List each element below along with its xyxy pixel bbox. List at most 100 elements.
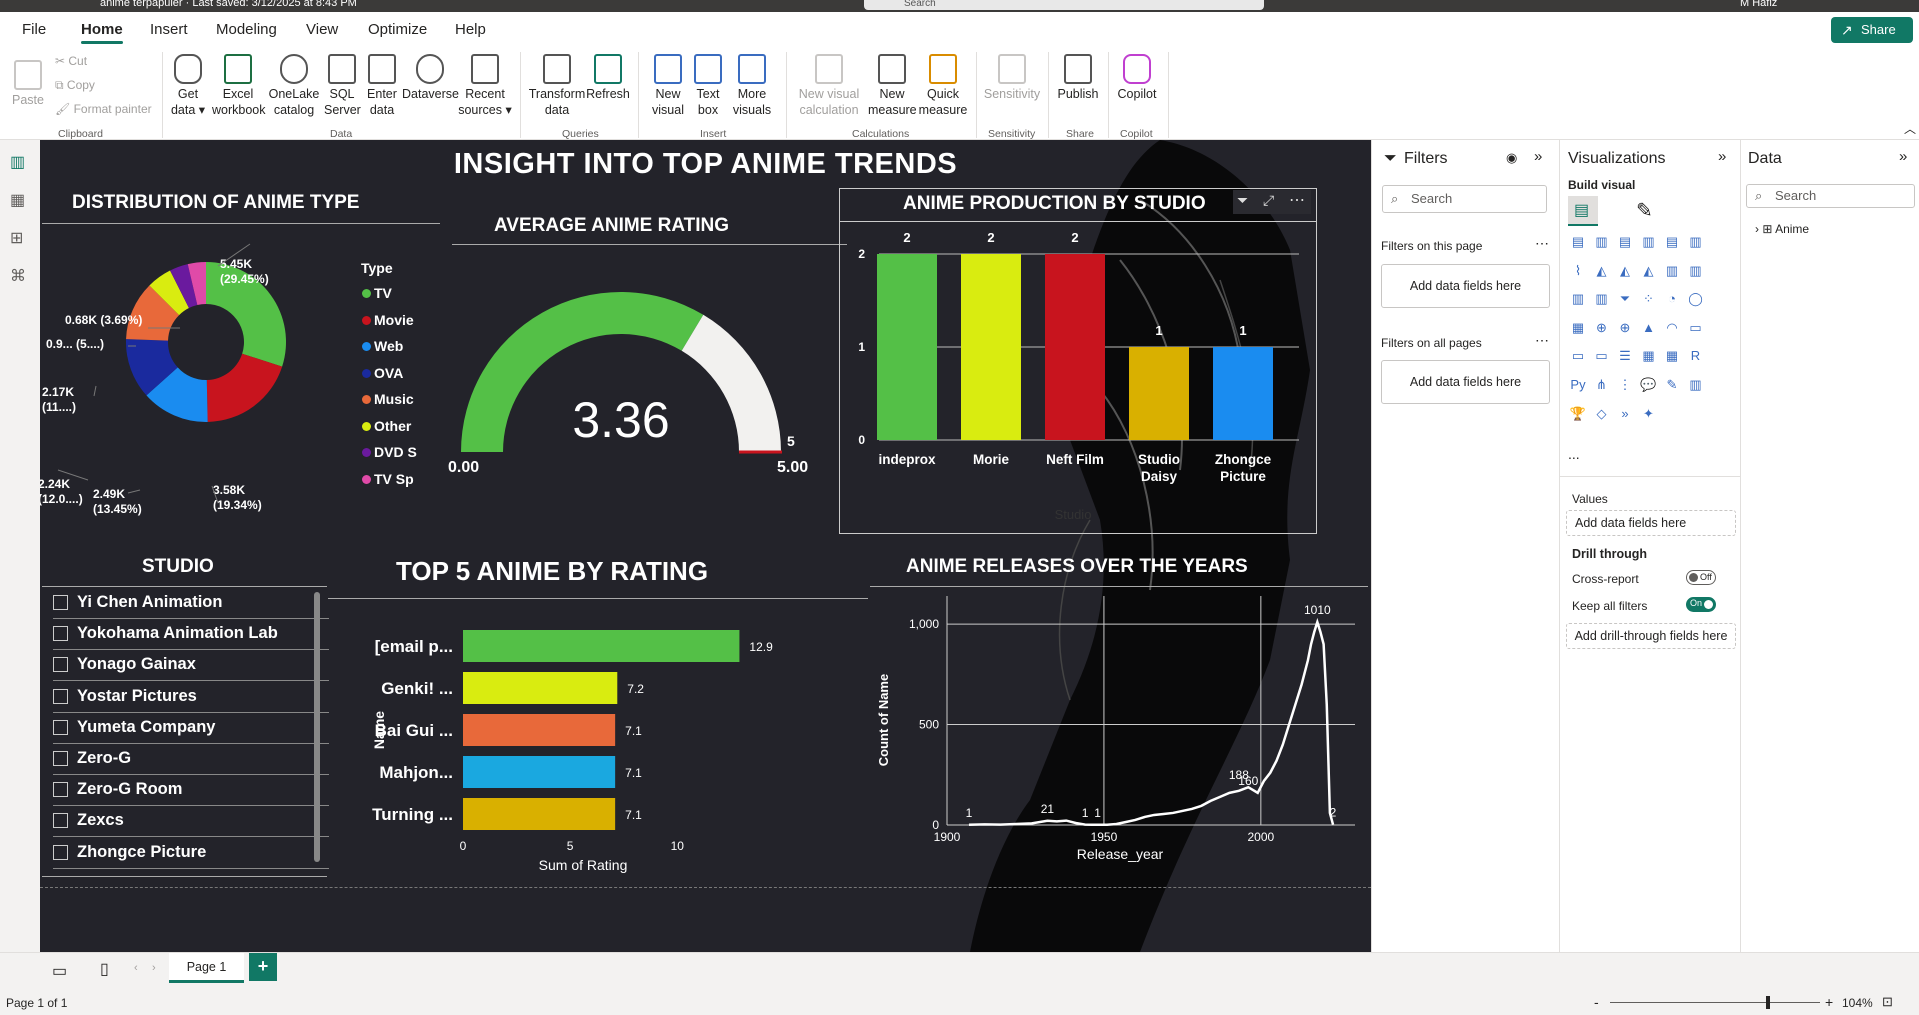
power-automate-icon[interactable]: » <box>1616 405 1634 423</box>
slicer-item[interactable]: Zexcs <box>53 806 329 838</box>
slicer-item[interactable]: Yi Chen Animation <box>53 588 329 619</box>
user-name[interactable]: M Hafiz <box>1740 0 1777 9</box>
collapse-data-icon[interactable]: » <box>1899 148 1907 165</box>
collapse-ribbon-icon[interactable]: ︿ <box>1904 120 1916 137</box>
report-view-icon[interactable]: ▥ <box>10 152 30 171</box>
bar-studio-daisy[interactable] <box>1129 347 1189 440</box>
donut-icon[interactable]: ◯ <box>1687 290 1705 308</box>
top5-bar[interactable] <box>463 714 616 746</box>
map-icon[interactable]: ⊕ <box>1593 319 1611 337</box>
slicer-checkbox[interactable] <box>53 657 68 673</box>
matrix-icon[interactable]: ▦ <box>1663 347 1681 365</box>
release-series-line[interactable] <box>968 617 1335 827</box>
multi-row-card-icon[interactable]: ▭ <box>1569 347 1587 365</box>
filters-this-page-dropzone[interactable]: Add data fields here <box>1381 264 1550 308</box>
slicer-checkbox[interactable] <box>53 595 68 610</box>
cross-report-toggle[interactable]: Off <box>1686 570 1716 585</box>
slicer-item[interactable]: Yumeta Company <box>53 713 329 744</box>
card-icon[interactable]: ▭ <box>1687 319 1705 337</box>
slicer-scrollbar[interactable] <box>314 592 320 862</box>
funnel-icon[interactable]: ⏷ <box>1616 290 1634 308</box>
cut-button[interactable]: ✂ Cut <box>55 54 87 68</box>
power-apps-icon[interactable]: ◇ <box>1593 405 1611 423</box>
page-tab-1[interactable]: Page 1 <box>169 953 244 983</box>
slicer-checkbox[interactable] <box>53 719 68 735</box>
zoom-slider-thumb[interactable] <box>1766 996 1770 1009</box>
page-next-icon[interactable]: › <box>152 962 156 974</box>
menu-optimize[interactable]: Optimize <box>368 21 427 38</box>
slicer-checkbox[interactable] <box>53 688 68 704</box>
kpi-icon[interactable]: ▭ <box>1593 347 1611 365</box>
more-options-icon[interactable]: ⋯ <box>1535 235 1549 252</box>
more-visuals-icon[interactable]: ... <box>1568 446 1580 462</box>
top5-bar[interactable] <box>463 672 618 704</box>
copy-button[interactable]: ⧉ Copy <box>55 78 95 93</box>
slicer-item[interactable]: Zero-G <box>53 744 329 775</box>
copilot-visual-icon[interactable]: ✦ <box>1640 405 1658 423</box>
area-icon[interactable]: ◭ <box>1593 262 1611 280</box>
sql-server-button[interactable]: SQL Server <box>324 54 361 118</box>
menu-view[interactable]: View <box>306 21 338 38</box>
clustered-bar-icon[interactable]: ▤ <box>1616 233 1634 251</box>
more-options-icon[interactable]: ⋯ <box>1535 332 1549 349</box>
top5-bar[interactable] <box>463 756 616 788</box>
decomposition-icon[interactable]: ⋮ <box>1616 376 1634 394</box>
transform-data-button[interactable]: Transform data <box>528 54 586 118</box>
keep-filters-toggle[interactable]: On <box>1686 597 1716 612</box>
get-data-button[interactable]: Get data ▾ <box>168 54 208 118</box>
filled-map-icon[interactable]: ⊕ <box>1616 319 1634 337</box>
table-icon[interactable]: ▦ <box>1640 347 1658 365</box>
line-clustered-icon[interactable]: ▥ <box>1687 262 1705 280</box>
slicer-item[interactable]: Yonago Gainax <box>53 650 329 682</box>
focus-mode-icon[interactable]: ⤢ <box>1263 192 1274 209</box>
slicer-checkbox[interactable] <box>53 782 68 798</box>
legend-item-movie[interactable]: Movie <box>362 312 414 328</box>
paste-button[interactable]: Paste <box>10 54 46 108</box>
page-prev-icon[interactable]: ‹ <box>134 962 138 974</box>
legend-item-dvd-s[interactable]: DVD S <box>362 444 417 460</box>
add-page-button[interactable]: + <box>249 953 277 981</box>
legend-item-tv-sp[interactable]: TV Sp <box>362 471 414 487</box>
text-box-button[interactable]: Text box <box>692 54 724 118</box>
menu-insert[interactable]: Insert <box>150 21 188 38</box>
stacked-bar-icon[interactable]: ▤ <box>1569 233 1587 251</box>
legend-item-other[interactable]: Other <box>362 418 411 434</box>
filters-all-pages-dropzone[interactable]: Add data fields here <box>1381 360 1550 404</box>
scatter-icon[interactable]: ⁘ <box>1640 290 1658 308</box>
desktop-layout-icon[interactable]: ▭ <box>52 961 67 981</box>
releases-line-chart[interactable]: 05001,0001900 1950 20001 21 1 118816010102Rel… <box>870 590 1370 910</box>
dax-query-icon[interactable]: ⌘ <box>10 266 30 285</box>
format-painter-button[interactable]: 🖌 Format painter <box>55 102 152 116</box>
values-dropzone[interactable]: Add data fields here <box>1566 510 1736 536</box>
stacked-area-icon[interactable]: ◭ <box>1616 262 1634 280</box>
legend-item-ova[interactable]: OVA <box>362 365 403 381</box>
dataverse-button[interactable]: Dataverse <box>402 54 459 102</box>
filters-search-input[interactable]: ⌕ Search <box>1382 185 1547 213</box>
bar-neft-film[interactable] <box>1045 254 1105 440</box>
key-influencers-icon[interactable]: ⋔ <box>1593 376 1611 394</box>
model-view-icon[interactable]: ⊞ <box>10 228 30 247</box>
slicer-item[interactable]: Zhongce Picture <box>53 838 329 869</box>
slicer-item[interactable]: Zero-G Room <box>53 775 329 807</box>
filter-icon[interactable]: ⏷ <box>1237 192 1248 209</box>
menu-file[interactable]: File <box>22 21 46 38</box>
studio-bar-chart[interactable]: 0 1 2 2 indeprox 2 Morie 2 Neft Film 1 Studio Daisy… <box>839 222 1317 522</box>
pie-icon[interactable]: ◔ <box>1663 290 1681 308</box>
format-visual-icon[interactable]: ✎ <box>1636 198 1653 223</box>
slicer-item[interactable]: Yokohama Animation Lab <box>53 619 329 651</box>
menu-home[interactable]: Home <box>81 21 123 44</box>
title-search-box[interactable]: Search <box>864 0 1264 10</box>
slicer-checkbox[interactable] <box>53 844 68 860</box>
top5-bar-chart[interactable]: 12.9[email p...7.2Genki! ...7.1Bai Gui .… <box>328 602 868 892</box>
drill-through-dropzone[interactable]: Add drill-through fields here <box>1566 623 1736 649</box>
collapse-filters-icon[interactable]: » <box>1534 148 1542 165</box>
recent-sources-button[interactable]: Recent sources ▾ <box>458 54 512 118</box>
clustered-column-icon[interactable]: ▥ <box>1640 233 1658 251</box>
data-table-item[interactable]: › ⊞ Anime <box>1755 222 1809 236</box>
bar-indeprox[interactable] <box>877 254 937 440</box>
top5-bar[interactable] <box>463 630 740 662</box>
bar-zhongce-picture[interactable] <box>1213 347 1273 440</box>
zoom-slider[interactable] <box>1610 1002 1820 1003</box>
100-bar-icon[interactable]: ▤ <box>1663 233 1681 251</box>
slicer-checkbox[interactable] <box>53 751 68 766</box>
